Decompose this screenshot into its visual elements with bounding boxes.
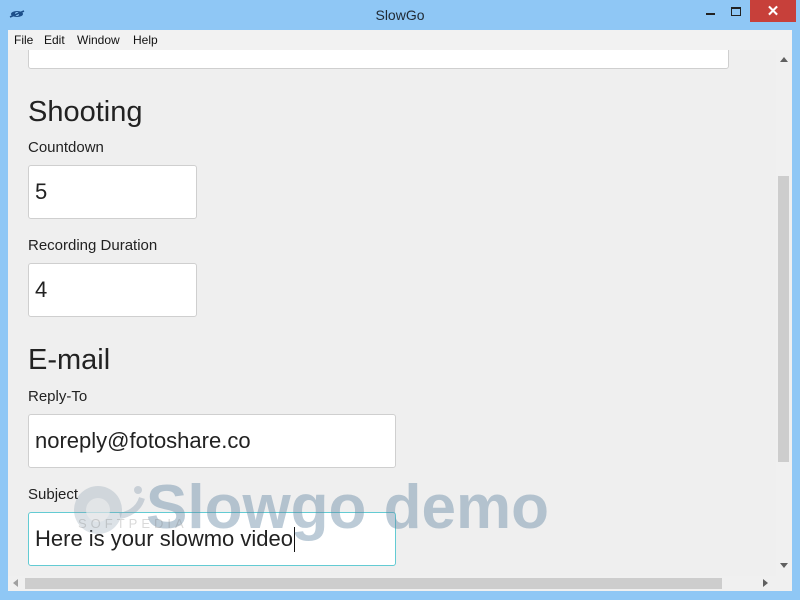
menu-file[interactable]: File xyxy=(14,33,33,47)
reply-to-label: Reply-To xyxy=(28,388,88,405)
scroll-down-icon[interactable] xyxy=(780,563,788,568)
text-caret xyxy=(293,526,295,552)
section-heading-email: E-mail xyxy=(28,344,111,376)
recording-duration-label: Recording Duration xyxy=(28,237,158,254)
reply-to-input[interactable]: noreply@fotoshare.co xyxy=(28,414,396,468)
horizontal-scrollbar[interactable] xyxy=(8,576,776,591)
previous-field[interactable] xyxy=(28,50,729,69)
horizontal-scroll-thumb[interactable] xyxy=(25,578,722,589)
close-button[interactable]: ✕ xyxy=(750,0,796,22)
countdown-label: Countdown xyxy=(28,139,104,156)
scroll-left-icon[interactable] xyxy=(13,579,18,587)
vertical-scroll-thumb[interactable] xyxy=(778,176,789,462)
menu-window[interactable]: Window xyxy=(77,33,120,47)
countdown-input[interactable]: 5 xyxy=(28,165,197,219)
recording-duration-value: 4 xyxy=(35,277,48,302)
maximize-button[interactable] xyxy=(722,0,749,22)
countdown-value: 5 xyxy=(35,179,48,204)
window-title: SlowGo xyxy=(375,7,425,23)
subject-input[interactable]: Here is your slowmo video xyxy=(28,512,396,566)
section-heading-shooting: Shooting xyxy=(28,96,143,128)
scroll-right-icon[interactable] xyxy=(763,579,768,587)
subject-label: Subject xyxy=(28,486,79,503)
reply-to-value: noreply@fotoshare.co xyxy=(35,428,251,453)
scrollbar-corner xyxy=(776,576,792,591)
settings-panel: Shooting Countdown 5 Recording Duration … xyxy=(8,50,776,576)
menu-bar: File Edit Window Help xyxy=(8,30,792,50)
menu-edit[interactable]: Edit xyxy=(44,33,65,47)
scroll-up-icon[interactable] xyxy=(780,57,788,62)
title-bar: SlowGo ✕ xyxy=(0,0,800,30)
close-icon: ✕ xyxy=(766,2,780,20)
subject-value: Here is your slowmo video xyxy=(35,526,293,551)
menu-help[interactable]: Help xyxy=(133,33,158,47)
recording-duration-input[interactable]: 4 xyxy=(28,263,197,317)
vertical-scrollbar[interactable] xyxy=(776,50,792,576)
